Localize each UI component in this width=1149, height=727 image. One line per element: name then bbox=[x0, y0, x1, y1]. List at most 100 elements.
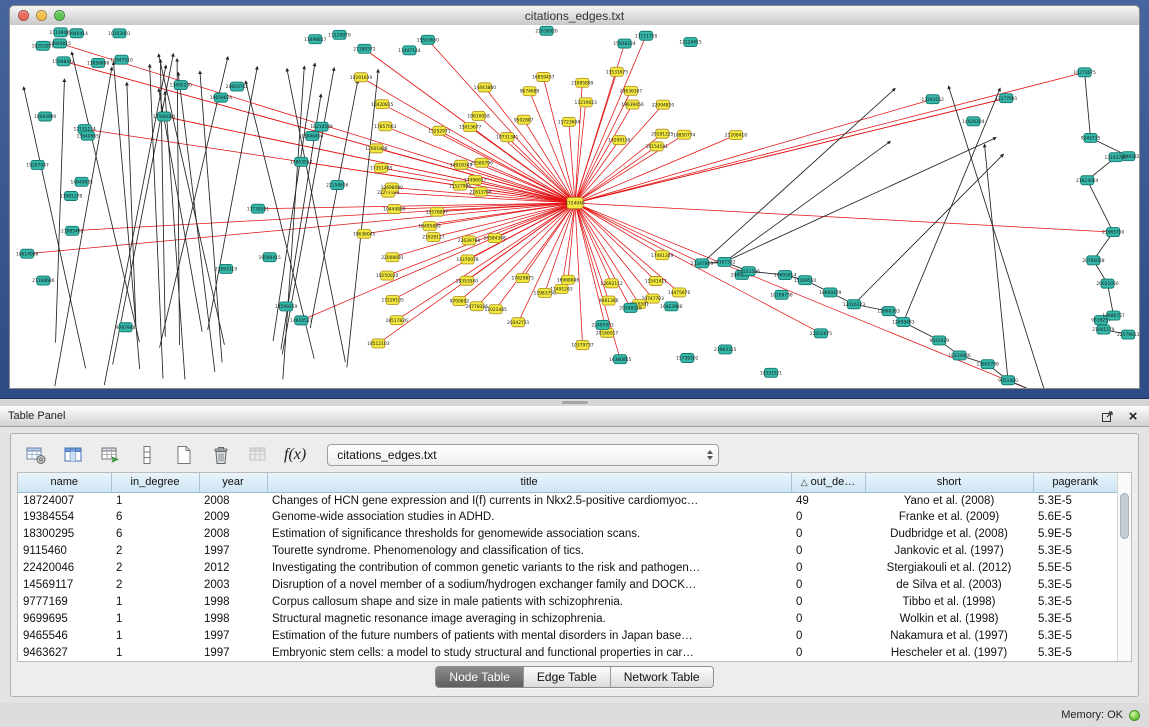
node-label: 12124415 bbox=[679, 40, 702, 46]
cell-title: Estimation of significance thresholds fo… bbox=[267, 526, 791, 543]
node-label: 10918340 bbox=[450, 162, 473, 168]
node-label: 20166017 bbox=[596, 330, 619, 336]
node-label: 20778336 bbox=[466, 304, 489, 310]
table-row[interactable]: 1938455462009Genome-wide association stu… bbox=[18, 509, 1117, 526]
cell-out_degree: 0 bbox=[791, 576, 865, 593]
cell-pagerank: 5.3E-5 bbox=[1033, 543, 1117, 560]
cell-title: Changes of HCN gene expression and I(f) … bbox=[267, 492, 791, 509]
column-header-in_degree[interactable]: in_degree bbox=[111, 473, 199, 492]
node-label: 21001179 bbox=[1092, 327, 1115, 333]
zoom-traffic-light-icon[interactable] bbox=[54, 10, 65, 21]
float-panel-icon[interactable] bbox=[1099, 408, 1115, 424]
node-label: 21965150 bbox=[1102, 230, 1125, 236]
node-label: 10444809 bbox=[383, 207, 406, 213]
table-row[interactable]: 1872400712008Changes of HCN gene express… bbox=[18, 492, 1117, 509]
network-window-titlebar[interactable]: citations_edges.txt bbox=[9, 5, 1140, 25]
node-label: 18214589 bbox=[310, 124, 333, 130]
node-label: 12177981 bbox=[995, 96, 1018, 102]
delete-table-button[interactable] bbox=[208, 442, 234, 468]
node-label: 21885402 bbox=[61, 228, 84, 234]
node-label: 13219023 bbox=[575, 100, 598, 106]
new-document-button[interactable] bbox=[171, 442, 197, 468]
cell-short: de Silva et al. (2003) bbox=[865, 576, 1033, 593]
node-label: 15938224 bbox=[613, 41, 636, 47]
table-row[interactable]: 1456911722003Disruption of a novel membe… bbox=[18, 576, 1117, 593]
table-row[interactable]: 946554611997Estimation of the future num… bbox=[18, 627, 1117, 644]
table-row[interactable]: 911546021997Tourette syndrome. Phenomeno… bbox=[18, 543, 1117, 560]
network-canvas[interactable]: 1746134914475676115414112074770392165811… bbox=[9, 25, 1140, 389]
node-label: 21208418 bbox=[725, 133, 748, 139]
node-label: 12016323 bbox=[843, 302, 866, 308]
cell-name: 14569117 bbox=[18, 576, 111, 593]
node-label: 1724046 bbox=[565, 201, 585, 207]
cell-short: Nakamura et al. (1997) bbox=[865, 627, 1033, 644]
cell-year: 2012 bbox=[199, 560, 267, 577]
node-label: 14926204 bbox=[962, 119, 985, 125]
table-mode-button[interactable] bbox=[23, 442, 49, 468]
minimize-traffic-light-icon[interactable] bbox=[36, 10, 47, 21]
merge-table-button[interactable] bbox=[245, 442, 271, 468]
tab-network-table[interactable]: Network Table bbox=[611, 667, 713, 687]
node-label: 22008691 bbox=[381, 255, 404, 261]
close-panel-icon[interactable]: × bbox=[1125, 408, 1141, 424]
cell-year: 2008 bbox=[199, 492, 267, 509]
node-label: 17461349 bbox=[651, 253, 674, 259]
node-label: 17857063 bbox=[374, 124, 397, 130]
column-label: short bbox=[937, 476, 961, 488]
table-row[interactable]: 977716911998Corpus callosum shape and si… bbox=[18, 593, 1117, 610]
table-toolbar: f(x) citations_edges.txt bbox=[17, 438, 1132, 472]
table-selector[interactable]: citations_edges.txt bbox=[327, 444, 719, 466]
node-label: 9032029 bbox=[929, 338, 949, 344]
cell-year: 1998 bbox=[199, 593, 267, 610]
node-label: 19639456 bbox=[621, 102, 644, 108]
table-panel-inner: f(x) citations_edges.txt namein_degreeye… bbox=[10, 433, 1139, 697]
node-label: 13981278 bbox=[60, 194, 83, 200]
table-header-row: namein_degreeyear title △out_de… short pager… bbox=[18, 473, 1117, 492]
node-label: 10331521 bbox=[760, 370, 783, 376]
tab-node-table[interactable]: Node Table bbox=[436, 667, 524, 687]
column-header-title[interactable]: title bbox=[267, 473, 791, 492]
table-row[interactable]: 1830029562008Estimation of significance … bbox=[18, 526, 1117, 543]
node-label: 18636045 bbox=[353, 231, 376, 237]
cell-short: Wolkin et al. (1998) bbox=[865, 610, 1033, 627]
node-label: 17209130 bbox=[608, 138, 631, 144]
table-scrollbar[interactable] bbox=[1117, 473, 1131, 661]
row-options-button[interactable] bbox=[134, 442, 160, 468]
cell-pagerank: 5.5E-5 bbox=[1033, 560, 1117, 577]
cell-in_degree: 1 bbox=[111, 492, 199, 509]
cell-name: 9699695 bbox=[18, 610, 111, 627]
show-columns-button[interactable] bbox=[60, 442, 86, 468]
node-label: 16968846 bbox=[557, 277, 580, 283]
cell-pagerank: 5.6E-5 bbox=[1033, 509, 1117, 526]
node-label: 13492230 bbox=[170, 83, 193, 89]
table-row[interactable]: 969969511998Structural magnetic resonanc… bbox=[18, 610, 1117, 627]
node-label: 22639798 bbox=[458, 238, 481, 244]
node-label: 10291639 bbox=[350, 75, 373, 81]
cell-out_degree: 0 bbox=[791, 560, 865, 577]
node-label: 16659624 bbox=[210, 95, 233, 101]
column-label: title bbox=[520, 476, 537, 488]
column-header-year[interactable]: year bbox=[199, 473, 267, 492]
function-builder-button[interactable]: f(x) bbox=[282, 442, 308, 468]
node-label: 12947510 bbox=[110, 57, 133, 63]
cell-pagerank: 5.9E-5 bbox=[1033, 526, 1117, 543]
column-header-pagerank[interactable]: pagerank bbox=[1033, 473, 1117, 492]
node-label: 18495889 bbox=[418, 224, 441, 230]
column-header-name[interactable]: name bbox=[18, 473, 111, 492]
column-header-out_degree[interactable]: △out_de… bbox=[791, 473, 865, 492]
node-label: 13605786 bbox=[976, 362, 999, 368]
node-label: 10271675 bbox=[1073, 70, 1096, 76]
cell-out_degree: 0 bbox=[791, 543, 865, 560]
table-row[interactable]: 2242004622012Investigating the contribut… bbox=[18, 560, 1117, 577]
table-scrollbar-thumb[interactable] bbox=[1120, 493, 1129, 539]
column-header-short[interactable]: short bbox=[865, 473, 1033, 492]
network-graph[interactable]: 1746134914475676115414112074770392165811… bbox=[10, 25, 1139, 388]
tab-edge-table[interactable]: Edge Table bbox=[524, 667, 611, 687]
close-traffic-light-icon[interactable] bbox=[18, 10, 29, 21]
node-label: 12601888 bbox=[365, 146, 388, 152]
table-row[interactable]: 946362711997Embryonic stem cells: a mode… bbox=[18, 644, 1117, 661]
panel-resize-handle[interactable] bbox=[562, 401, 588, 404]
import-table-button[interactable] bbox=[97, 442, 123, 468]
sort-ascending-icon: △ bbox=[801, 477, 808, 487]
status-bar: Memory: OK bbox=[0, 703, 1149, 727]
